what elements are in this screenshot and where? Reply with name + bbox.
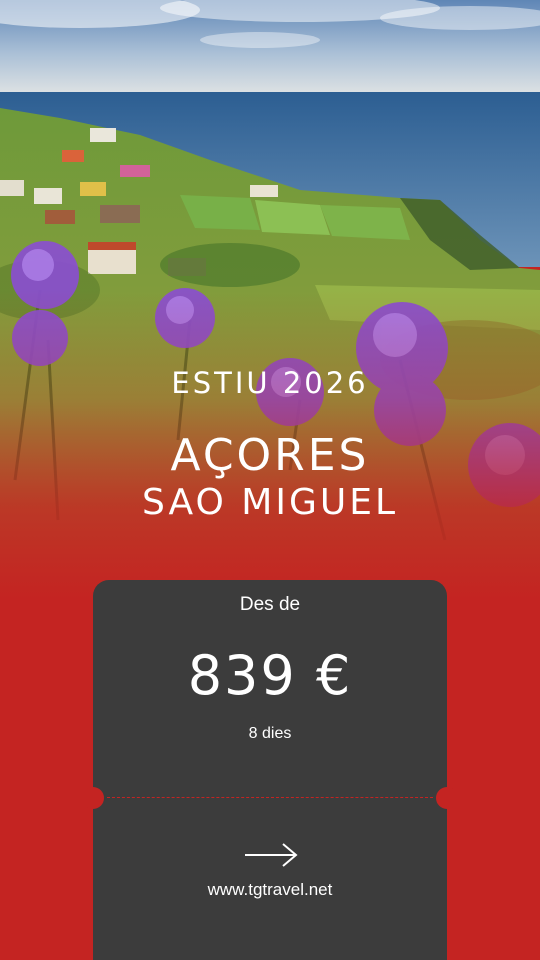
website-link[interactable]: www.tgtravel.net [93,880,447,900]
destination-title: AÇORES [170,430,370,481]
ticket-notch-left [82,787,104,809]
ticket-upper-section: Des de 839 € 8 dies [93,580,447,798]
price-ticket-card[interactable]: Des de 839 € 8 dies www.tgtravel.net [82,580,458,960]
trip-duration: 8 dies [248,725,292,742]
arrow-right-icon[interactable] [243,842,299,868]
ticket-perforation-divider [107,797,433,798]
ticket-lower-section [93,798,447,960]
season-heading: ESTIU 2026 [171,366,369,400]
price-value: 839 € [187,644,353,707]
island-subtitle: SAO MIGUEL [141,482,399,523]
ticket-notch-right [436,787,458,809]
from-label: Des de [239,594,301,615]
